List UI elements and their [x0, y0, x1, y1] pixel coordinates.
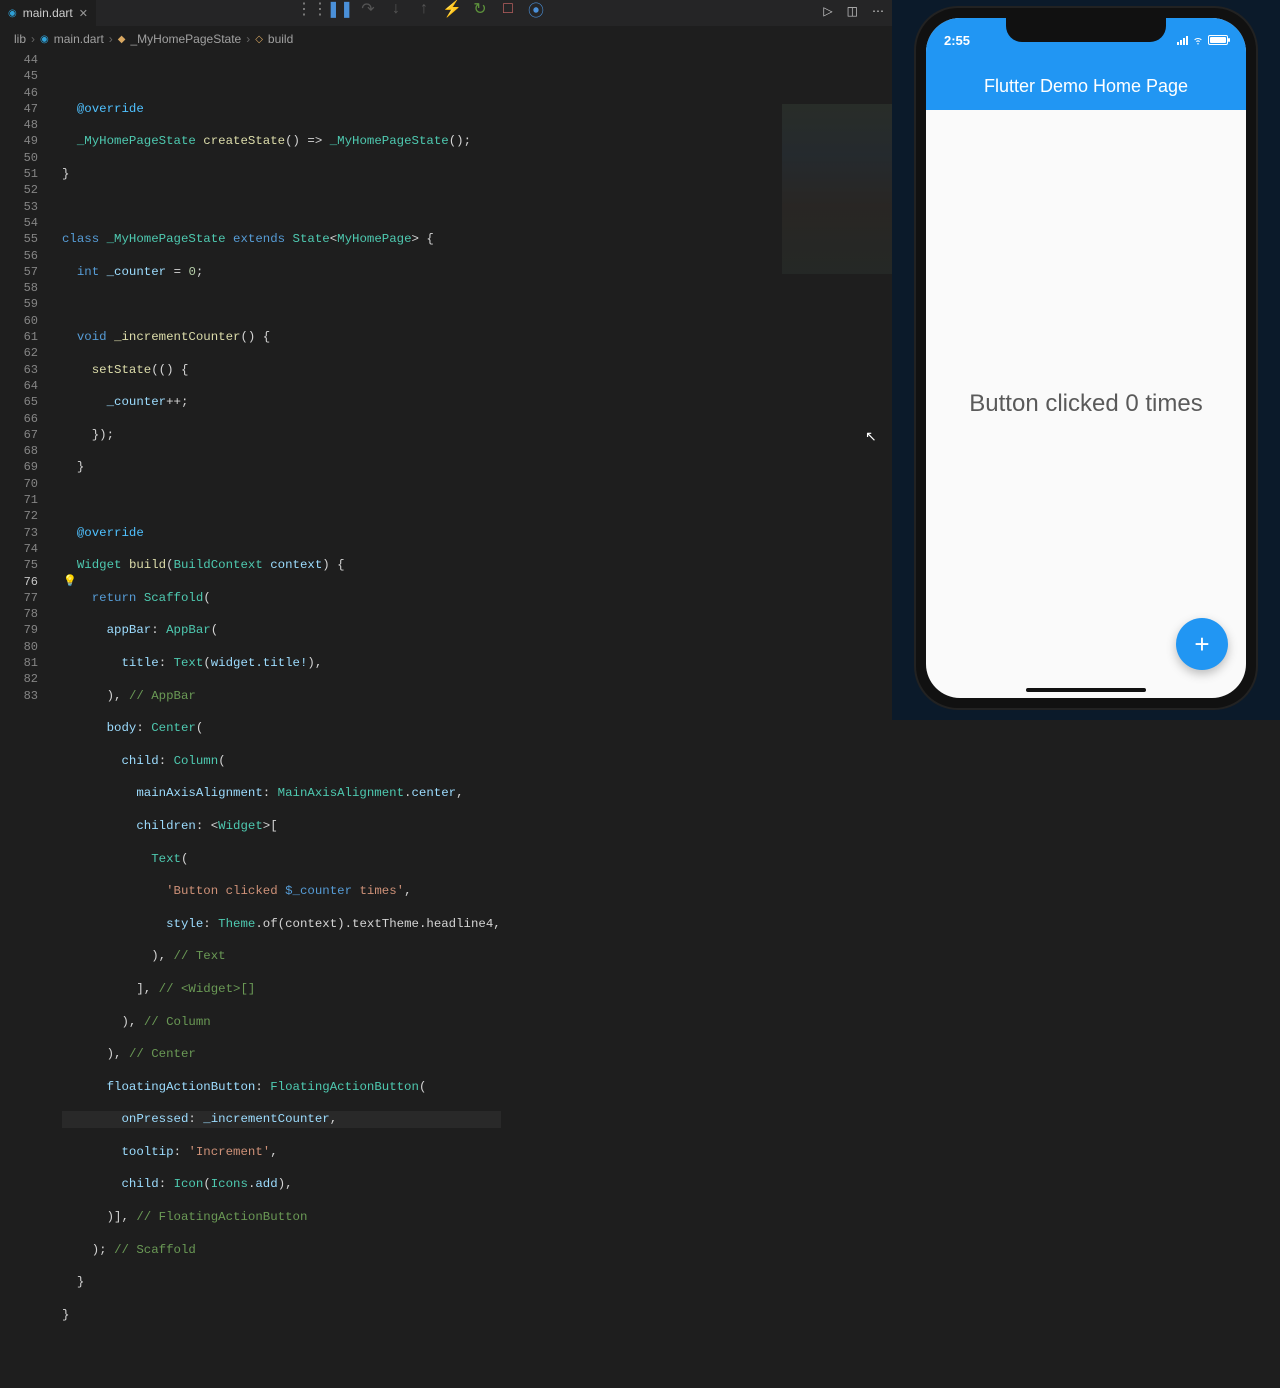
code-content[interactable]: @override _MyHomePageState createState()… [56, 52, 501, 720]
debug-toolbar: ⋮⋮ ❚❚ ↷ ↓ ↑ ⚡ ↻ □ ⦿ [305, 2, 543, 16]
chevron-right-icon: › [31, 32, 35, 46]
device-preview-panel: 2:55 Flutter Demo Home Page Button click… [892, 0, 1280, 720]
wifi-icon [1192, 34, 1204, 46]
restart-icon[interactable]: ↻ [473, 2, 487, 16]
devtools-icon[interactable]: ⦿ [529, 2, 543, 16]
chevron-right-icon: › [246, 32, 250, 46]
breadcrumb[interactable]: lib › ◉ main.dart › ◆ _MyHomePageState ›… [0, 26, 892, 52]
battery-icon [1208, 35, 1228, 45]
status-time: 2:55 [944, 33, 970, 48]
step-out-icon[interactable]: ↑ [417, 2, 431, 16]
app-bar-title: Flutter Demo Home Page [984, 76, 1188, 97]
signal-icon [1177, 35, 1188, 45]
counter-text: Button clicked 0 times [969, 390, 1202, 418]
add-icon: + [1194, 629, 1209, 660]
breadcrumb-method: build [268, 32, 293, 46]
breadcrumb-class: _MyHomePageState [130, 32, 241, 46]
editor-pane: ◉ main.dart ✕ ⋮⋮ ❚❚ ↷ ↓ ↑ ⚡ ↻ □ ⦿ ▷ ◫ ⋯ … [0, 0, 892, 720]
close-icon[interactable]: ✕ [79, 7, 88, 20]
file-tab[interactable]: ◉ main.dart ✕ [0, 0, 96, 26]
tab-filename: main.dart [23, 6, 73, 20]
step-over-icon[interactable]: ↷ [361, 2, 375, 16]
stop-icon[interactable]: □ [501, 2, 515, 16]
app-bar: Flutter Demo Home Page [926, 62, 1246, 110]
app-body: Button clicked 0 times [926, 110, 1246, 698]
phone-notch [1006, 18, 1166, 42]
class-icon: ◆ [118, 34, 126, 45]
breadcrumb-file: main.dart [54, 32, 104, 46]
line-number-gutter: 4445464748495051525354555657585960616263… [0, 52, 56, 720]
chevron-right-icon: › [109, 32, 113, 46]
split-editor-icon[interactable]: ◫ [847, 4, 858, 18]
more-icon[interactable]: ⋯ [872, 4, 884, 18]
status-icons [1177, 34, 1228, 46]
pause-icon[interactable]: ❚❚ [333, 2, 347, 16]
phone-screen: 2:55 Flutter Demo Home Page Button click… [926, 18, 1246, 698]
dart-file-icon: ◉ [40, 34, 49, 45]
dart-file-icon: ◉ [8, 8, 17, 19]
code-editor[interactable]: 4445464748495051525354555657585960616263… [0, 52, 892, 720]
run-icon[interactable]: ▷ [823, 4, 832, 18]
phone-frame: 2:55 Flutter Demo Home Page Button click… [916, 8, 1256, 708]
floating-action-button[interactable]: + [1176, 618, 1228, 670]
step-into-icon[interactable]: ↓ [389, 2, 403, 16]
hot-reload-icon[interactable]: ⚡ [445, 2, 459, 16]
home-indicator [1026, 688, 1146, 692]
editor-actions: ▷ ◫ ⋯ [823, 4, 884, 18]
breadcrumb-folder: lib [14, 32, 26, 46]
tab-bar: ◉ main.dart ✕ ⋮⋮ ❚❚ ↷ ↓ ↑ ⚡ ↻ □ ⦿ ▷ ◫ ⋯ [0, 0, 892, 26]
minimap[interactable] [782, 104, 892, 274]
drag-handle-icon[interactable]: ⋮⋮ [305, 2, 319, 16]
method-icon: ◇ [255, 34, 263, 45]
